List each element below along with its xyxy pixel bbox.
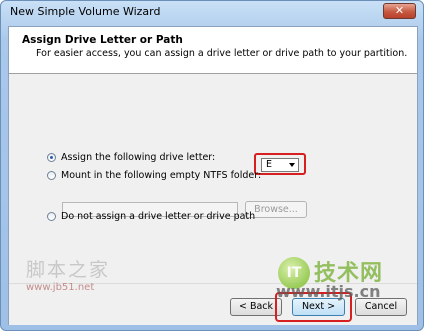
radio-assign-letter-label: Assign the following drive letter: [61,152,216,163]
radio-button-selected[interactable] [47,153,56,162]
radio-mount-folder[interactable]: Mount in the following empty NTFS folder… [47,170,261,181]
close-button[interactable]: ✕ [383,3,416,19]
radio-mount-folder-label: Mount in the following empty NTFS folder… [61,170,262,181]
watermark-site-url: www.jb51.net [26,282,95,293]
chevron-down-icon [289,163,295,167]
radio-button[interactable] [47,212,56,221]
watermark-logo-url: www.itjs.cn [276,282,381,301]
watermark-site-name: 脚本之家 [26,259,111,281]
radio-button[interactable] [47,171,56,180]
radio-no-assign[interactable]: Do not assign a drive letter or drive pa… [47,211,255,222]
radio-assign-letter[interactable]: Assign the following drive letter: [47,152,215,163]
drive-letter-highlight: E [254,153,306,175]
page-subtitle: For easier access, you can assign a driv… [36,48,408,59]
wizard-header: Assign Drive Letter or Path For easier a… [9,27,417,74]
drive-letter-select[interactable]: E [261,158,299,172]
radio-no-assign-label: Do not assign a drive letter or drive pa… [61,211,256,222]
wizard-body: Assign the following drive letter: E Mou… [9,74,417,282]
window-title: New Simple Volume Wizard [10,5,161,18]
page-title: Assign Drive Letter or Path [22,34,183,46]
drive-letter-value: E [266,159,273,170]
title-bar[interactable]: New Simple Volume Wizard ✕ [1,1,423,23]
